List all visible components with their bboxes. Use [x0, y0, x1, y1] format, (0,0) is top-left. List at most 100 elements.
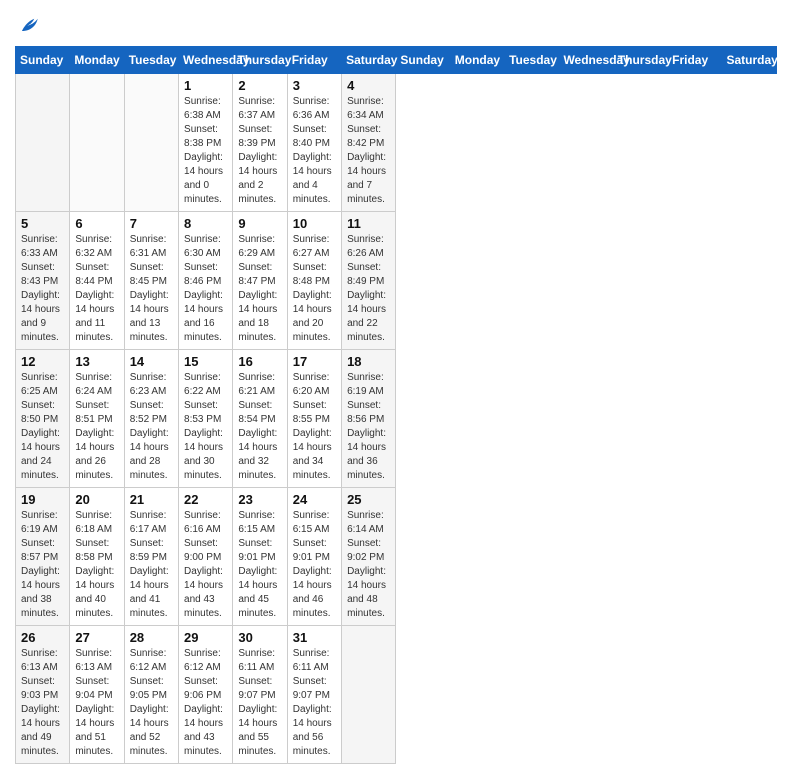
day-number: 13 — [75, 354, 118, 369]
day-number: 9 — [238, 216, 281, 231]
day-info: Sunrise: 6:21 AM Sunset: 8:54 PM Dayligh… — [238, 371, 281, 483]
calendar-cell: 15 Sunrise: 6:22 AM Sunset: 8:53 PM Dayli… — [179, 350, 233, 488]
logo — [15, 10, 47, 38]
calendar-cell — [124, 74, 178, 212]
day-number: 18 — [347, 354, 390, 369]
day-number: 28 — [130, 630, 173, 645]
calendar-cell: 9Sunrise: 6:29 AM Sunset: 8:47 PM Daylig… — [233, 212, 287, 350]
day-number: 8 — [184, 216, 227, 231]
day-number: 25 — [347, 492, 390, 507]
day-info: Sunrise: 6:30 AM Sunset: 8:46 PM Dayligh… — [184, 233, 227, 345]
day-number: 10 — [293, 216, 336, 231]
calendar-cell: 19Sunrise: 6:19 AM Sunset: 8:57 PM Dayli… — [16, 488, 70, 626]
col-header-sunday: Sunday — [396, 47, 450, 74]
day-info: Sunrise: 6:32 AM Sunset: 8:44 PM Dayligh… — [75, 233, 118, 345]
day-info: Sunrise: 6:19 AM Sunset: 8:56 PM Dayligh… — [347, 371, 390, 483]
calendar-cell: 14Sunrise: 6:23 AM Sunset: 8:52 PM Dayli… — [124, 350, 178, 488]
day-number: 29 — [184, 630, 227, 645]
calendar-cell: 28 Sunrise: 6:12 AM Sunset: 9:05 PM Dayli… — [124, 626, 178, 764]
calendar-cell: 7 Sunrise: 6:31 AM Sunset: 8:45 PM Daylig… — [124, 212, 178, 350]
calendar-cell: 26 Sunrise: 6:13 AM Sunset: 9:03 PM Dayli… — [16, 626, 70, 764]
day-number: 31 — [293, 630, 336, 645]
day-info: Sunrise: 6:11 AM Sunset: 9:07 PM Dayligh… — [238, 647, 281, 759]
calendar-cell: 12 Sunrise: 6:25 AM Sunset: 8:50 PM Dayli… — [16, 350, 70, 488]
column-header-sunday: Sunday — [16, 47, 70, 74]
calendar-cell: 31Sunrise: 6:11 AM Sunset: 9:07 PM Dayli… — [287, 626, 341, 764]
day-number: 22 — [184, 492, 227, 507]
calendar-cell: 29Sunrise: 6:12 AM Sunset: 9:06 PM Dayli… — [179, 626, 233, 764]
day-number: 26 — [21, 630, 64, 645]
calendar-row-4: 19Sunrise: 6:19 AM Sunset: 8:57 PM Dayli… — [16, 488, 777, 626]
day-number: 30 — [238, 630, 281, 645]
column-header-saturday: Saturday — [342, 47, 396, 74]
day-info: Sunrise: 6:25 AM Sunset: 8:50 PM Dayligh… — [21, 371, 64, 483]
day-number: 3 — [293, 78, 336, 93]
day-number: 11 — [347, 216, 390, 231]
day-info: Sunrise: 6:26 AM Sunset: 8:49 PM Dayligh… — [347, 233, 390, 345]
day-info: Sunrise: 6:24 AM Sunset: 8:51 PM Dayligh… — [75, 371, 118, 483]
day-info: Sunrise: 6:38 AM Sunset: 8:38 PM Dayligh… — [184, 95, 227, 207]
col-header-wednesday: Wednesday — [559, 47, 613, 74]
calendar-cell: 11 Sunrise: 6:26 AM Sunset: 8:49 PM Dayli… — [342, 212, 396, 350]
day-number: 1 — [184, 78, 227, 93]
calendar-cell: 3 Sunrise: 6:36 AM Sunset: 8:40 PM Daylig… — [287, 74, 341, 212]
day-info: Sunrise: 6:34 AM Sunset: 8:42 PM Dayligh… — [347, 95, 390, 207]
day-number: 12 — [21, 354, 64, 369]
header-row: SundayMondayTuesdayWednesdayThursdayFrid… — [16, 47, 777, 74]
day-info: Sunrise: 6:15 AM Sunset: 9:01 PM Dayligh… — [293, 509, 336, 621]
day-info: Sunrise: 6:22 AM Sunset: 8:53 PM Dayligh… — [184, 371, 227, 483]
calendar-body: 1 Sunrise: 6:38 AM Sunset: 8:38 PM Daylig… — [16, 74, 777, 764]
column-header-tuesday: Tuesday — [124, 47, 178, 74]
day-info: Sunrise: 6:33 AM Sunset: 8:43 PM Dayligh… — [21, 233, 64, 345]
col-header-tuesday: Tuesday — [505, 47, 559, 74]
day-info: Sunrise: 6:37 AM Sunset: 8:39 PM Dayligh… — [238, 95, 281, 207]
logo-bird-icon — [15, 10, 43, 38]
calendar-cell: 30 Sunrise: 6:11 AM Sunset: 9:07 PM Dayli… — [233, 626, 287, 764]
day-number: 27 — [75, 630, 118, 645]
day-number: 17 — [293, 354, 336, 369]
day-number: 14 — [130, 354, 173, 369]
page-header — [15, 10, 777, 38]
day-number: 7 — [130, 216, 173, 231]
day-number: 4 — [347, 78, 390, 93]
calendar-cell: 23 Sunrise: 6:15 AM Sunset: 9:01 PM Dayli… — [233, 488, 287, 626]
col-header-friday: Friday — [668, 47, 722, 74]
calendar-cell: 10Sunrise: 6:27 AM Sunset: 8:48 PM Dayli… — [287, 212, 341, 350]
calendar-cell: 25 Sunrise: 6:14 AM Sunset: 9:02 PM Dayli… — [342, 488, 396, 626]
day-info: Sunrise: 6:31 AM Sunset: 8:45 PM Dayligh… — [130, 233, 173, 345]
calendar-cell: 21Sunrise: 6:17 AM Sunset: 8:59 PM Dayli… — [124, 488, 178, 626]
day-info: Sunrise: 6:13 AM Sunset: 9:03 PM Dayligh… — [21, 647, 64, 759]
calendar-cell — [16, 74, 70, 212]
day-number: 2 — [238, 78, 281, 93]
day-number: 23 — [238, 492, 281, 507]
calendar-cell: 8 Sunrise: 6:30 AM Sunset: 8:46 PM Daylig… — [179, 212, 233, 350]
calendar-cell: 22 Sunrise: 6:16 AM Sunset: 9:00 PM Dayli… — [179, 488, 233, 626]
day-info: Sunrise: 6:14 AM Sunset: 9:02 PM Dayligh… — [347, 509, 390, 621]
day-number: 19 — [21, 492, 64, 507]
calendar-cell: 2 Sunrise: 6:37 AM Sunset: 8:39 PM Daylig… — [233, 74, 287, 212]
calendar-cell — [342, 626, 396, 764]
calendar-header: SundayMondayTuesdayWednesdayThursdayFrid… — [16, 47, 777, 74]
calendar-cell: 5Sunrise: 6:33 AM Sunset: 8:43 PM Daylig… — [16, 212, 70, 350]
calendar-cell: 18 Sunrise: 6:19 AM Sunset: 8:56 PM Dayli… — [342, 350, 396, 488]
column-header-friday: Friday — [287, 47, 341, 74]
day-info: Sunrise: 6:16 AM Sunset: 9:00 PM Dayligh… — [184, 509, 227, 621]
calendar-cell: 17 Sunrise: 6:20 AM Sunset: 8:55 PM Dayli… — [287, 350, 341, 488]
col-header-monday: Monday — [450, 47, 504, 74]
column-header-thursday: Thursday — [233, 47, 287, 74]
day-number: 6 — [75, 216, 118, 231]
day-info: Sunrise: 6:20 AM Sunset: 8:55 PM Dayligh… — [293, 371, 336, 483]
day-info: Sunrise: 6:18 AM Sunset: 8:58 PM Dayligh… — [75, 509, 118, 621]
calendar-row-2: 5Sunrise: 6:33 AM Sunset: 8:43 PM Daylig… — [16, 212, 777, 350]
day-number: 24 — [293, 492, 336, 507]
calendar-row-5: 26 Sunrise: 6:13 AM Sunset: 9:03 PM Dayli… — [16, 626, 777, 764]
day-number: 15 — [184, 354, 227, 369]
column-header-monday: Monday — [70, 47, 124, 74]
calendar-cell — [70, 74, 124, 212]
day-info: Sunrise: 6:12 AM Sunset: 9:05 PM Dayligh… — [130, 647, 173, 759]
calendar-table: SundayMondayTuesdayWednesdayThursdayFrid… — [15, 46, 777, 764]
day-info: Sunrise: 6:15 AM Sunset: 9:01 PM Dayligh… — [238, 509, 281, 621]
calendar-cell: 13 Sunrise: 6:24 AM Sunset: 8:51 PM Dayli… — [70, 350, 124, 488]
calendar-cell: 1 Sunrise: 6:38 AM Sunset: 8:38 PM Daylig… — [179, 74, 233, 212]
day-info: Sunrise: 6:36 AM Sunset: 8:40 PM Dayligh… — [293, 95, 336, 207]
